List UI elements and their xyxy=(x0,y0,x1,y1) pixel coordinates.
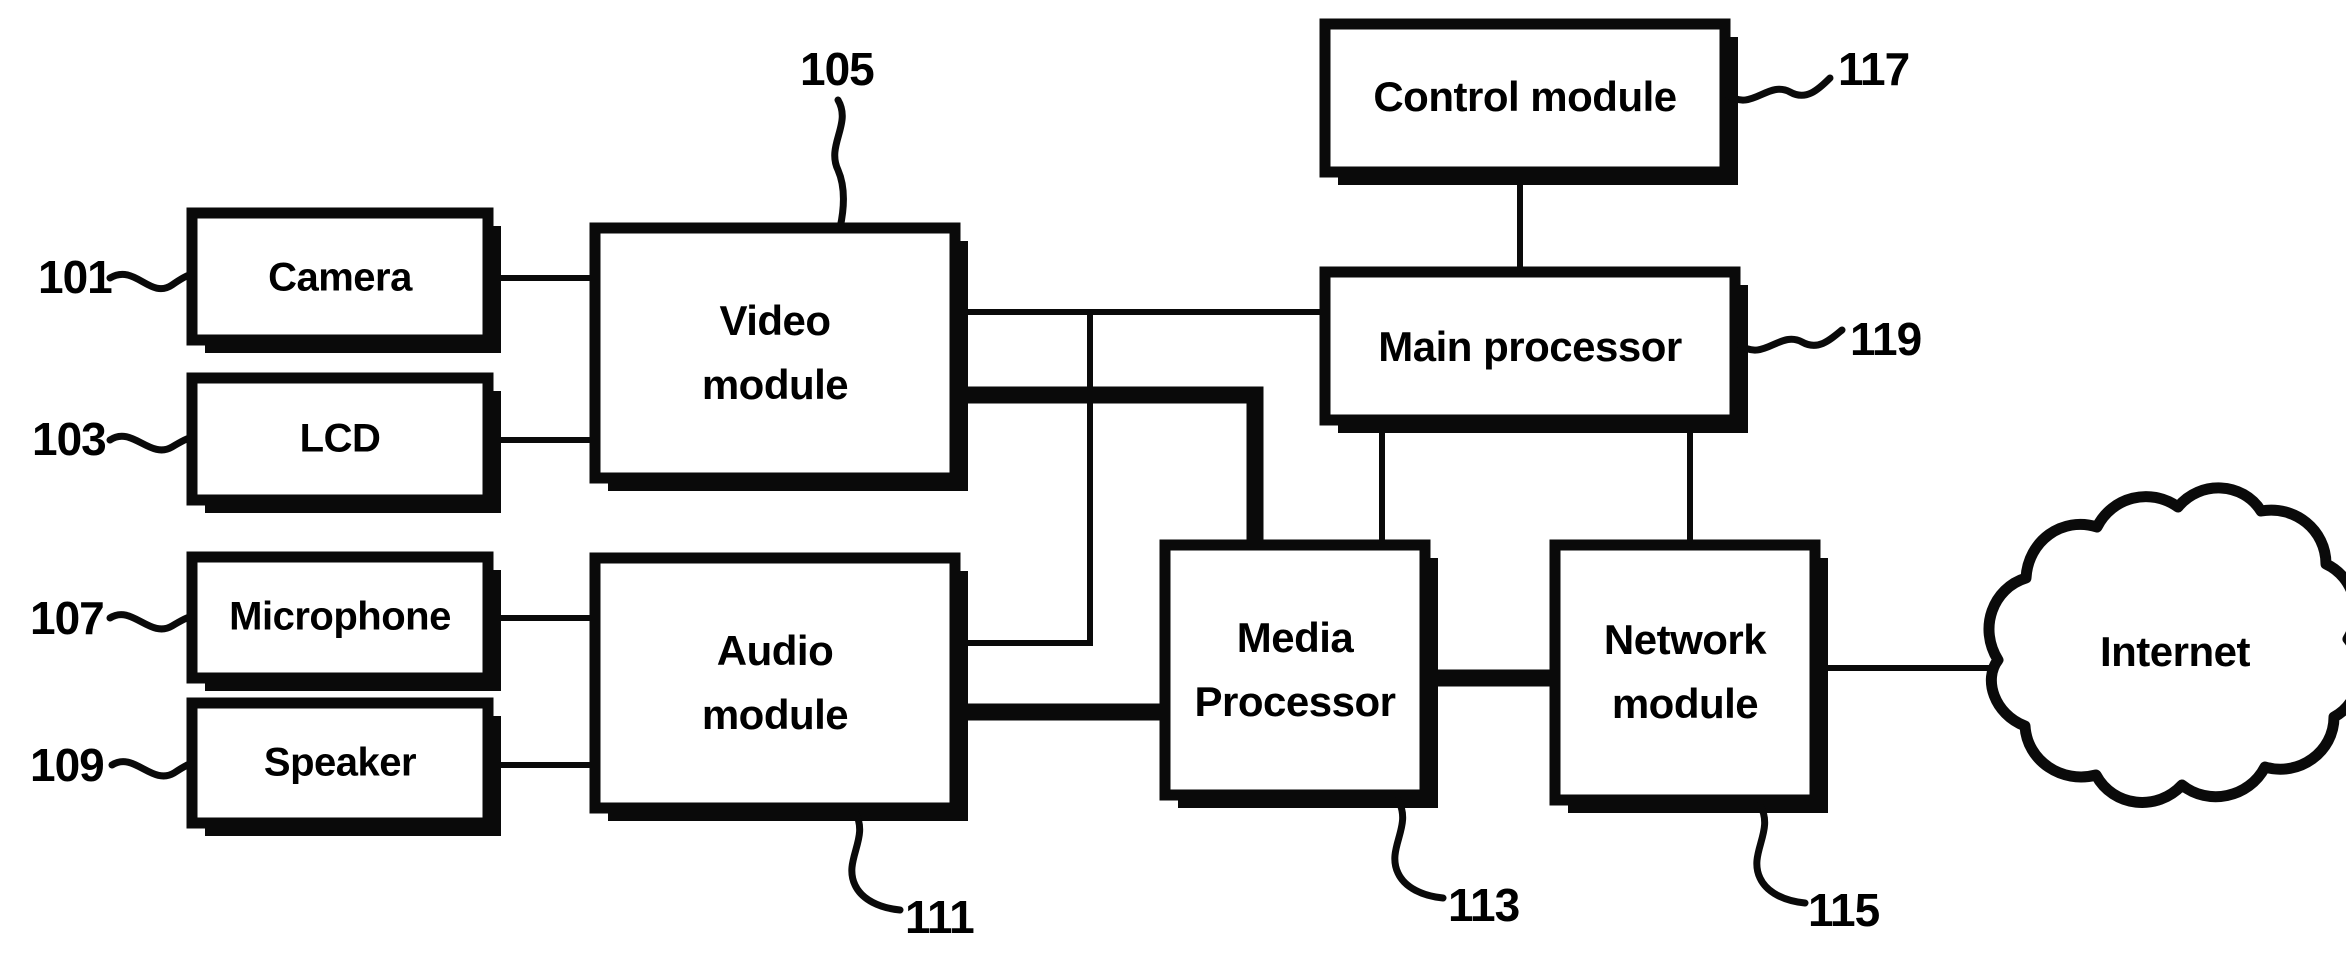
ref-numeral-main-processor: 119 xyxy=(1736,313,1922,365)
ref-numeral-audio-module: 111 xyxy=(848,808,975,943)
leader-line-105 xyxy=(831,96,847,232)
ref-numeral-microphone: 107 xyxy=(30,592,196,644)
ref-numeral-network-module: 115 xyxy=(1753,801,1881,936)
camera-label: Camera xyxy=(268,256,413,300)
microphone-label: Microphone xyxy=(229,595,451,639)
block-network-module[interactable]: Network module xyxy=(1549,539,1828,813)
network-module-label-line1: Network xyxy=(1604,616,1767,663)
ref-101-text: 101 xyxy=(38,251,112,303)
figure-canvas: Camera LCD Microphone Speaker Video modu… xyxy=(0,0,2346,973)
media-processor-box[interactable] xyxy=(1159,539,1431,801)
leader-line-107 xyxy=(106,611,196,633)
block-lcd[interactable]: LCD xyxy=(186,372,501,513)
main-processor-label: Main processor xyxy=(1378,323,1682,370)
network-module-box[interactable] xyxy=(1549,539,1821,806)
video-module-box[interactable] xyxy=(589,222,961,484)
lcd-label: LCD xyxy=(300,417,381,461)
ref-115-text: 115 xyxy=(1808,884,1880,936)
ref-109-text: 109 xyxy=(30,739,104,791)
ref-107-text: 107 xyxy=(30,592,104,644)
audio-module-label-line2: module xyxy=(702,691,848,738)
video-module-label-line1: Video xyxy=(719,297,830,344)
audio-module-box[interactable] xyxy=(589,552,961,814)
ref-113-text: 113 xyxy=(1448,879,1519,931)
video-module-label-line2: module xyxy=(702,361,848,408)
media-processor-label-line2: Processor xyxy=(1195,678,1396,725)
leader-line-101 xyxy=(106,270,196,293)
network-module-label-line2: module xyxy=(1612,680,1758,727)
leader-line-113 xyxy=(1391,796,1447,902)
ref-105-text: 105 xyxy=(800,43,874,95)
ref-103-text: 103 xyxy=(32,413,106,465)
ref-117-text: 117 xyxy=(1838,43,1909,95)
media-processor-label-line1: Media xyxy=(1237,614,1355,661)
ref-numeral-control-module: 117 xyxy=(1724,43,1910,104)
control-module-label: Control module xyxy=(1373,73,1676,120)
block-audio-module[interactable]: Audio module xyxy=(589,552,968,821)
speaker-label: Speaker xyxy=(264,741,416,785)
ref-111-text: 111 xyxy=(905,891,974,943)
wire-video-module-to-media-processor xyxy=(955,386,1264,545)
ref-numeral-camera: 101 xyxy=(38,251,196,303)
leader-line-115 xyxy=(1753,801,1809,907)
ref-numeral-video-module: 105 xyxy=(800,43,875,232)
ref-119-text: 119 xyxy=(1850,313,1921,365)
leader-line-109 xyxy=(108,758,196,780)
block-diagram-svg: Camera LCD Microphone Speaker Video modu… xyxy=(30,18,2346,943)
ref-numeral-speaker: 109 xyxy=(30,739,196,791)
leader-line-111 xyxy=(848,808,904,914)
block-speaker[interactable]: Speaker xyxy=(186,697,501,836)
block-media-processor[interactable]: Media Processor xyxy=(1159,539,1438,808)
block-main-processor[interactable]: Main processor xyxy=(1319,266,1748,433)
audio-module-label-line1: Audio xyxy=(717,627,833,674)
wire-audio-module-to-main-trunk xyxy=(955,312,1093,646)
block-microphone[interactable]: Microphone xyxy=(186,551,501,691)
block-internet[interactable]: Internet xyxy=(1983,482,2346,808)
leader-line-119 xyxy=(1736,326,1846,354)
ref-numeral-media-processor: 113 xyxy=(1391,796,1520,931)
block-control-module[interactable]: Control module xyxy=(1319,18,1738,185)
ref-numeral-lcd: 103 xyxy=(32,413,196,465)
internet-label: Internet xyxy=(2100,628,2251,675)
leader-line-117 xyxy=(1724,74,1834,104)
leader-line-103 xyxy=(106,432,196,454)
block-camera[interactable]: Camera xyxy=(186,207,501,353)
block-video-module[interactable]: Video module xyxy=(589,222,968,491)
